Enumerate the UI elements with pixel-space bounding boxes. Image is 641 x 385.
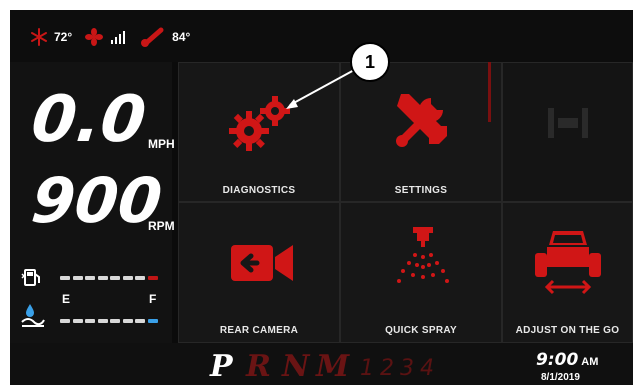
rpm-value: 900 (28, 164, 166, 237)
rear-camera-tile[interactable]: REAR CAMERA (178, 202, 340, 343)
spray-nozzle-icon (397, 227, 449, 283)
level-segment (122, 276, 133, 280)
diagnostics-label: DIAGNOSTICS (222, 185, 296, 196)
fuel-pump-icon (21, 269, 40, 286)
signal-bars-icon (111, 31, 126, 44)
quick-spray-label: QUICK SPRAY (385, 325, 457, 336)
tractor-icon (535, 231, 601, 295)
level-segment (97, 276, 108, 280)
gear-r[interactable]: R (246, 352, 271, 382)
adjust-on-the-go-label: ADJUST ON THE GO (515, 325, 620, 336)
status-bar: 72° 84° (30, 27, 190, 47)
display-screen: 72° 84° 0.0 MPH 900 RPM E F DIAGNOSTICS … (10, 10, 633, 385)
full-label: F (149, 292, 157, 306)
level-segment (72, 276, 83, 280)
gear-m[interactable]: M (316, 352, 349, 382)
def-fluid-icon (21, 304, 45, 327)
clock-ampm: AM (581, 356, 599, 368)
settings-label: SETTINGS (394, 185, 448, 196)
speed-unit: MPH (148, 137, 175, 151)
level-segment (60, 319, 70, 323)
level-segment (147, 319, 158, 323)
speed-value: 0.0 (28, 83, 150, 157)
settings-tile[interactable]: SETTINGS (340, 62, 502, 202)
level-segment (97, 319, 108, 323)
level-segment (147, 276, 158, 280)
rear-camera-label: REAR CAMERA (219, 325, 299, 336)
level-segment (72, 319, 83, 323)
snowflake-icon (31, 28, 47, 46)
level-segment (110, 276, 120, 280)
quick-spray-tile[interactable]: QUICK SPRAY (340, 202, 502, 343)
fuel-gauge-bar (60, 276, 160, 280)
fan-icon (85, 28, 104, 46)
faded-icon (548, 108, 588, 138)
wrench-screwdriver-icon (396, 94, 447, 147)
clock-date: 8/1/2019 (541, 372, 580, 383)
air-temp-value: 84° (172, 30, 191, 44)
snow-temp-value: 72° (54, 30, 73, 44)
level-segment (110, 319, 120, 323)
level-segment (135, 276, 145, 280)
camera-icon (231, 245, 293, 281)
empty-label: E (62, 292, 71, 306)
thermometer-icon (141, 27, 164, 47)
level-segment (122, 319, 133, 323)
adjust-on-the-go-tile[interactable]: ADJUST ON THE GO (502, 202, 633, 343)
callout-number: 1 (350, 42, 390, 82)
level-segment (60, 276, 70, 280)
level-segment (135, 319, 145, 323)
clock-time: 9:00 (536, 350, 579, 370)
gear-n[interactable]: N (282, 352, 309, 382)
level-segment (85, 319, 95, 323)
def-gauge-bar (60, 319, 160, 323)
clock: 9:00 AM 8/1/2019 (536, 350, 599, 383)
level-segment (85, 276, 95, 280)
accent-line (488, 62, 491, 122)
gear-numbers: 1234 (360, 356, 440, 381)
callout-arrow (286, 68, 357, 109)
rpm-unit: RPM (148, 219, 175, 233)
gear-p[interactable]: P (210, 352, 233, 382)
disabled-tile (502, 62, 633, 202)
